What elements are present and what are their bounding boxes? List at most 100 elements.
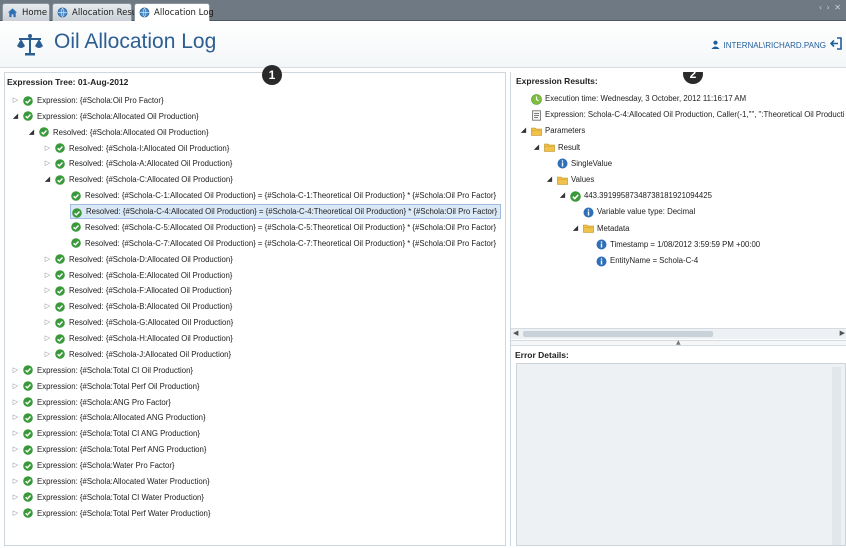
tree-row[interactable]: Expression: {#Schola:Total Perf Water Pr…: [22, 506, 211, 521]
tab-allocation-log[interactable]: Allocation Log: [134, 3, 214, 22]
expand-arrow-closed-icon[interactable]: ▷: [12, 379, 19, 394]
check-icon: [71, 190, 81, 201]
result-row[interactable]: Variable value type: Decimal: [582, 204, 695, 220]
info-icon: [557, 158, 568, 169]
tree-row[interactable]: Resolved: {#Schola:Allocated Oil Product…: [38, 125, 209, 140]
window-controls[interactable]: ‹ › ✕: [819, 3, 842, 12]
expand-arrow-closed-icon[interactable]: ▷: [44, 141, 51, 156]
expand-arrow-open-icon[interactable]: ◢: [559, 188, 566, 203]
error-vertical-scrollbar[interactable]: [832, 367, 841, 545]
expand-arrow-closed-icon[interactable]: ▷: [12, 442, 19, 457]
expand-arrow-open-icon[interactable]: ◢: [44, 172, 51, 187]
result-row[interactable]: Metadata: [582, 221, 630, 237]
check-icon: [55, 159, 65, 169]
error-details-box[interactable]: [516, 363, 846, 546]
tree-row-label: Expression: {#Schola:Water Pro Factor}: [37, 461, 175, 470]
tab-home[interactable]: Home: [2, 3, 50, 21]
tree-row[interactable]: Resolved: {#Schola-F:Allocated Oil Produ…: [54, 283, 232, 298]
tab-label: Allocation Log: [154, 8, 214, 18]
expand-arrow-closed-icon[interactable]: ▷: [12, 474, 19, 489]
result-row-label: Result: [558, 142, 581, 152]
tree-row[interactable]: Expression: {#Schola:Total Perf Oil Prod…: [22, 379, 200, 394]
expand-arrow-open-icon[interactable]: ◢: [533, 140, 540, 155]
result-row[interactable]: Timestamp = 1/08/2012 3:59:59 PM +00:00: [595, 237, 760, 253]
tree-row[interactable]: Expression: {#Schola:Allocated Water Pro…: [22, 474, 210, 489]
tree-row[interactable]: Resolved: {#Schola-I:Allocated Oil Produ…: [54, 141, 229, 156]
tree-row[interactable]: Expression: {#Schola:Total CI Water Prod…: [22, 490, 204, 505]
tree-row[interactable]: Expression: {#Schola:Oil Pro Factor}: [22, 93, 164, 108]
expand-arrow-closed-icon[interactable]: ▷: [44, 347, 51, 362]
expand-arrow-open-icon[interactable]: ◢: [520, 123, 527, 138]
tree-row[interactable]: Resolved: {#Schola-H:Allocated Oil Produ…: [54, 331, 233, 346]
expand-arrow-closed-icon[interactable]: ▷: [12, 363, 19, 378]
logout-icon[interactable]: [830, 37, 842, 50]
check-icon: [23, 428, 33, 439]
tree-row-label: Expression: {#Schola:Total CI Water Prod…: [37, 492, 204, 502]
user-account[interactable]: INTERNAL\RICHARD.PANG: [711, 40, 826, 50]
expand-arrow-closed-icon[interactable]: ▷: [44, 268, 51, 283]
tree-row[interactable]: Expression: {#Schola:Total Perf ANG Prod…: [22, 442, 206, 457]
result-row[interactable]: Expression: Schola-C-4:Allocated Oil Pro…: [530, 107, 845, 123]
tree-row[interactable]: Resolved: {#Schola-C-7:Allocated Oil Pro…: [70, 236, 496, 251]
expand-arrow-closed-icon[interactable]: ▷: [44, 315, 51, 330]
result-row[interactable]: SingleValue: [556, 156, 612, 172]
scroll-thumb[interactable]: [523, 331, 713, 337]
scroll-left-icon[interactable]: ◀: [513, 329, 518, 337]
expand-arrow-closed-icon[interactable]: ▷: [44, 156, 51, 171]
scroll-right-icon[interactable]: ▶: [840, 329, 845, 337]
tree-row-label: Resolved: {#Schola-G:Allocated Oil Produ…: [69, 318, 234, 328]
expand-arrow-closed-icon[interactable]: ▷: [12, 490, 19, 505]
results-horizontal-scrollbar[interactable]: ◀ ▶: [511, 328, 846, 339]
expand-arrow-closed-icon[interactable]: ▷: [12, 93, 19, 108]
expand-arrow-open-icon[interactable]: ◢: [28, 125, 35, 140]
folder-icon: [583, 223, 594, 234]
tree-row-label: Resolved: {#Schola-E:Allocated Oil Produ…: [69, 270, 233, 280]
splitter-grip-icon[interactable]: ▲: [676, 339, 681, 346]
expand-arrow-closed-icon[interactable]: ▷: [12, 426, 19, 441]
result-row[interactable]: EntityName = Schola-C-4: [595, 253, 698, 269]
tree-row-label: Resolved: {#Schola-C-7:Allocated Oil Pro…: [85, 238, 497, 248]
tree-row[interactable]: Expression: {#Schola:Allocated Oil Produ…: [22, 109, 199, 124]
tree-row[interactable]: Resolved: {#Schola-G:Allocated Oil Produ…: [54, 315, 233, 330]
tree-row[interactable]: Resolved: {#Schola-B:Allocated Oil Produ…: [54, 299, 232, 314]
result-row[interactable]: Result: [543, 140, 580, 156]
globe-icon: [139, 7, 150, 18]
check-icon: [23, 381, 33, 391]
expand-arrow-closed-icon[interactable]: ▷: [12, 410, 19, 425]
result-row[interactable]: Values: [556, 172, 594, 188]
expand-arrow-closed-icon[interactable]: ▷: [12, 506, 19, 521]
tree-row[interactable]: Resolved: {#Schola-C-4:Allocated Oil Pro…: [70, 204, 502, 220]
pane-splitter[interactable]: ▲: [511, 339, 846, 346]
tree-row[interactable]: Expression: {#Schola:Water Pro Factor}: [22, 458, 175, 473]
expression-tree-title: Expression Tree: 01-Aug-2012: [7, 77, 129, 87]
expand-arrow-open-icon[interactable]: ◢: [12, 109, 19, 124]
tree-row[interactable]: Resolved: {#Schola-C-1:Allocated Oil Pro…: [70, 188, 496, 203]
tree-row[interactable]: Expression: {#Schola:ANG Pro Factor}: [22, 395, 171, 410]
tree-row[interactable]: Expression: {#Schola:Total CI ANG Produc…: [22, 426, 200, 441]
expand-arrow-closed-icon[interactable]: ▷: [44, 331, 51, 346]
tree-row[interactable]: Resolved: {#Schola-J:Allocated Oil Produ…: [54, 347, 231, 362]
check-icon: [23, 508, 33, 518]
tab-allocation-results[interactable]: Allocation Results: [52, 3, 147, 21]
document-icon: [531, 110, 542, 121]
result-row[interactable]: 443.39199587348738181921094425: [569, 188, 712, 204]
tree-row[interactable]: Resolved: {#Schola-E:Allocated Oil Produ…: [54, 268, 232, 283]
tree-row[interactable]: Resolved: {#Schola-A:Allocated Oil Produ…: [54, 156, 232, 171]
expand-arrow-closed-icon[interactable]: ▷: [44, 299, 51, 314]
tree-row[interactable]: Expression: {#Schola:Total CI Oil Produc…: [22, 363, 193, 378]
tree-row-label: Resolved: {#Schola-C-1:Allocated Oil Pro…: [85, 191, 497, 201]
expand-arrow-closed-icon[interactable]: ▷: [44, 283, 51, 298]
expand-arrow-open-icon[interactable]: ◢: [546, 172, 553, 187]
tree-row[interactable]: Expression: {#Schola:Allocated ANG Produ…: [22, 410, 206, 425]
tree-row[interactable]: Resolved: {#Schola-D:Allocated Oil Produ…: [54, 252, 233, 267]
tree-row[interactable]: Resolved: {#Schola-C:Allocated Oil Produ…: [54, 172, 233, 187]
expand-arrow-open-icon[interactable]: ◢: [572, 221, 579, 236]
result-row[interactable]: Parameters: [530, 123, 585, 139]
tree-row[interactable]: Resolved: {#Schola-C-5:Allocated Oil Pro…: [70, 220, 496, 235]
expand-arrow-closed-icon[interactable]: ▷: [12, 458, 19, 473]
expand-arrow-closed-icon[interactable]: ▷: [44, 252, 51, 267]
result-row[interactable]: Execution time: Wednesday, 3 October, 20…: [530, 91, 746, 107]
page-title: Oil Allocation Log: [54, 30, 217, 53]
info-icon: [596, 239, 607, 250]
expand-arrow-closed-icon[interactable]: ▷: [12, 395, 19, 410]
